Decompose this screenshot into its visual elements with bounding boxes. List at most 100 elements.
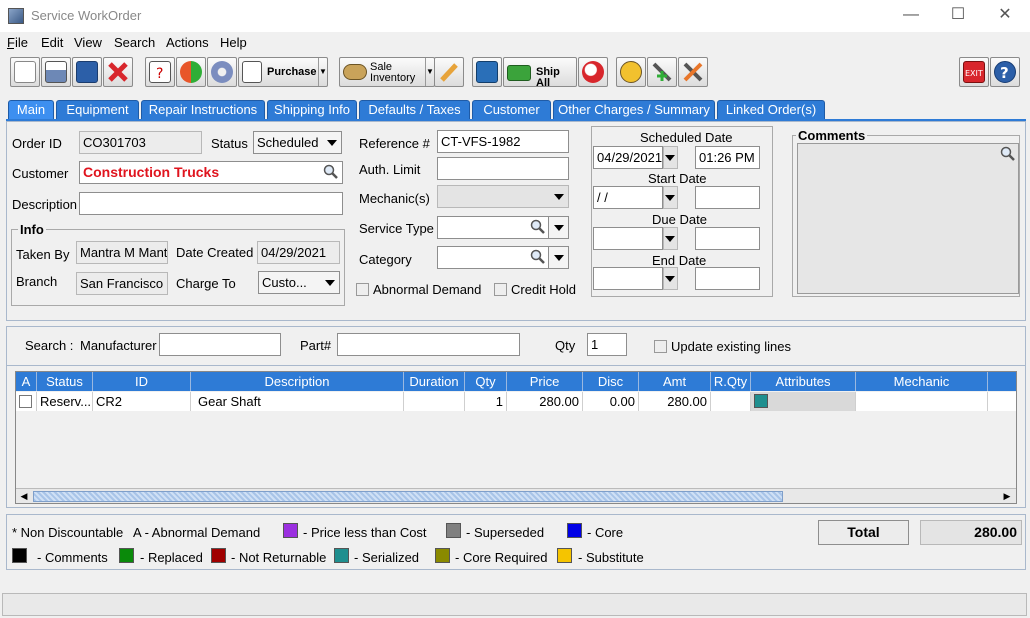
menu-help[interactable]: Help: [220, 35, 247, 50]
col-header-duration[interactable]: Duration: [404, 372, 465, 391]
help-icon: ?: [994, 61, 1016, 83]
help-button[interactable]: ?: [990, 57, 1020, 87]
total-label: Total: [818, 520, 909, 545]
due-date-field[interactable]: [593, 227, 663, 250]
tab-other-charges-summary[interactable]: Other Charges / Summary: [553, 100, 715, 120]
tab-repair-instructions[interactable]: Repair Instructions: [141, 100, 265, 120]
menu-actions[interactable]: Actions: [166, 35, 209, 50]
maximize-button[interactable]: ☐: [935, 4, 981, 28]
start-date-picker[interactable]: [663, 186, 678, 209]
horizontal-scrollbar[interactable]: ◀ ▶: [16, 488, 1016, 503]
customer-search-icon[interactable]: [323, 164, 339, 180]
sale-inventory-dropdown-arrow[interactable]: ▼: [425, 58, 434, 86]
exit-button[interactable]: EXIT: [959, 57, 989, 87]
update-existing-checkbox[interactable]: [654, 340, 667, 353]
menu-search[interactable]: Search: [114, 35, 155, 50]
col-header-description[interactable]: Description: [191, 372, 404, 391]
col-header-price[interactable]: Price: [507, 372, 583, 391]
category-dropdown[interactable]: [548, 246, 569, 269]
comments-search-icon[interactable]: [1000, 146, 1016, 162]
save-icon: [76, 61, 98, 83]
delete-button[interactable]: [103, 57, 133, 87]
close-window-button[interactable]: ✕: [982, 4, 1028, 28]
remove-tool-button[interactable]: [678, 57, 708, 87]
end-date-picker[interactable]: [663, 267, 678, 290]
col-header-status[interactable]: Status: [37, 372, 93, 391]
menu-view[interactable]: View: [74, 35, 102, 50]
start-date-field[interactable]: / /: [593, 186, 663, 209]
col-header-attributes[interactable]: Attributes: [751, 372, 856, 391]
minimize-button[interactable]: —: [888, 4, 934, 28]
manufacturer-field[interactable]: [159, 333, 281, 356]
serialized-attribute-swatch: [754, 394, 768, 408]
settings-button[interactable]: [207, 57, 237, 87]
purchase-dropdown-arrow[interactable]: ▼: [318, 58, 327, 86]
start-time-field[interactable]: [695, 186, 760, 209]
mechanic-button[interactable]: [616, 57, 646, 87]
tab-equipment[interactable]: Equipment: [56, 100, 139, 120]
order-id-field[interactable]: CO301703: [79, 131, 202, 154]
table-row[interactable]: Reserv... CR2 Gear Shaft 1 280.00 0.00 2…: [16, 392, 1016, 411]
print-button[interactable]: [41, 57, 71, 87]
auth-limit-field[interactable]: [437, 157, 569, 180]
grid-header: A Status ID Description Duration Qty Pri…: [16, 372, 1016, 391]
service-type-dropdown[interactable]: [548, 216, 569, 239]
end-date-field[interactable]: [593, 267, 663, 290]
mechanics-select[interactable]: [437, 185, 569, 208]
col-header-qty[interactable]: Qty: [465, 372, 507, 391]
tab-shipping-info[interactable]: Shipping Info: [267, 100, 357, 120]
tab-linked-orders[interactable]: Linked Order(s): [717, 100, 825, 120]
qty-field[interactable]: 1: [587, 333, 627, 356]
charge-to-select[interactable]: Custo...: [258, 271, 340, 294]
ship-all-button[interactable]: Ship All: [503, 57, 577, 89]
part-field[interactable]: [337, 333, 520, 356]
refresh-button[interactable]: [176, 57, 206, 87]
edit-pencil-button[interactable]: [434, 57, 464, 87]
scheduled-date-picker[interactable]: [663, 146, 678, 169]
status-label: Status: [211, 136, 248, 151]
end-time-field[interactable]: [695, 267, 760, 290]
col-header-amt[interactable]: Amt: [639, 372, 711, 391]
col-header-disc[interactable]: Disc: [583, 372, 639, 391]
help-document-button[interactable]: ?: [145, 57, 175, 87]
chevron-down-icon: [325, 280, 335, 286]
category-search-icon[interactable]: [530, 249, 546, 265]
apple-button[interactable]: [578, 57, 608, 87]
description-field[interactable]: [79, 192, 343, 215]
scrollbar-thumb[interactable]: [33, 491, 783, 502]
status-select[interactable]: Scheduled: [253, 131, 342, 154]
scroll-right-arrow-icon[interactable]: ▶: [1000, 490, 1014, 503]
sale-inventory-button[interactable]: Sale Inventory ▼: [339, 57, 435, 87]
new-button[interactable]: [10, 57, 40, 87]
col-header-mechanic[interactable]: Mechanic: [856, 372, 988, 391]
ship-button[interactable]: [472, 57, 502, 87]
scheduled-date-field[interactable]: 04/29/2021: [593, 146, 663, 169]
scheduled-date-label: Scheduled Date: [640, 130, 733, 145]
refresh-icon: [180, 61, 202, 83]
scroll-left-arrow-icon[interactable]: ◀: [17, 490, 31, 503]
due-date-picker[interactable]: [663, 227, 678, 250]
col-header-rqty[interactable]: R.Qty: [711, 372, 751, 391]
reference-field[interactable]: CT-VFS-1982: [437, 130, 569, 153]
tab-defaults-taxes[interactable]: Defaults / Taxes: [359, 100, 470, 120]
row-select-checkbox[interactable]: [19, 395, 32, 408]
date-created-label: Date Created: [176, 245, 254, 260]
tab-customer[interactable]: Customer: [472, 100, 551, 120]
scheduled-time-field[interactable]: 01:26 PM: [695, 146, 760, 169]
credit-hold-checkbox[interactable]: [494, 283, 507, 296]
save-button[interactable]: [72, 57, 102, 87]
add-tool-button[interactable]: [647, 57, 677, 87]
due-time-field[interactable]: [695, 227, 760, 250]
col-header-id[interactable]: ID: [93, 372, 191, 391]
comments-textarea[interactable]: [797, 143, 1019, 294]
tab-main[interactable]: Main: [8, 100, 54, 120]
col-header-a[interactable]: A: [16, 372, 37, 391]
row-duration-cell: [404, 392, 465, 411]
abnormal-demand-checkbox[interactable]: [356, 283, 369, 296]
menu-edit[interactable]: Edit: [41, 35, 63, 50]
branch-label: Branch: [16, 274, 58, 289]
legend-comments: - Comments: [37, 550, 108, 565]
service-type-search-icon[interactable]: [530, 219, 546, 235]
customer-field[interactable]: Construction Trucks: [79, 161, 343, 184]
purchase-button[interactable]: Purchase ▼: [238, 57, 328, 87]
